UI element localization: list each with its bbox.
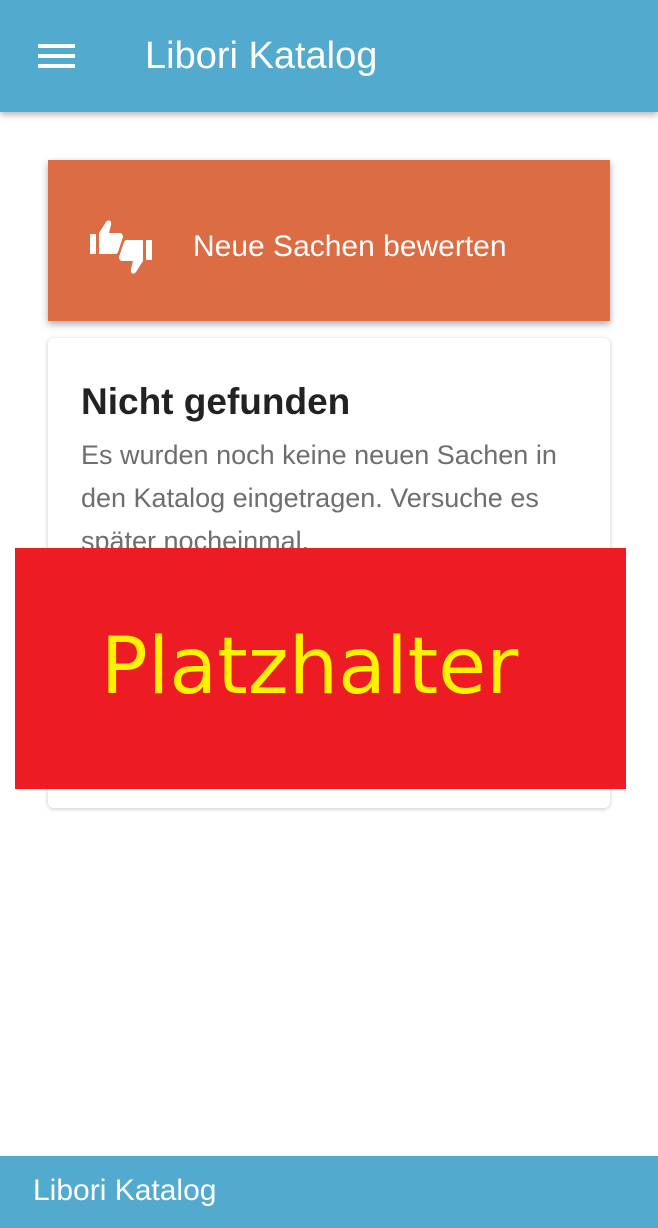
placeholder-banner: Platzhalter <box>15 548 626 789</box>
rate-new-items-label[interactable]: Neue Sachen bewerten <box>193 229 507 265</box>
app-bar: Libori Katalog <box>0 0 658 112</box>
footer: Libori Katalog <box>0 1156 658 1228</box>
footer-title: Libori Katalog <box>33 1174 217 1207</box>
thumbs-down-icon <box>119 240 152 274</box>
not-found-title: Nicht gefunden <box>81 381 351 422</box>
hamburger-menu-icon[interactable] <box>38 44 75 68</box>
app-title: Libori Katalog <box>145 35 378 77</box>
thumbs-up-down-icon[interactable] <box>90 218 152 276</box>
thumbs-up-icon <box>90 220 123 254</box>
placeholder-label: Platzhalter <box>100 622 519 712</box>
not-found-message: Es wurden noch keine neuen Sachen in den… <box>81 440 557 556</box>
